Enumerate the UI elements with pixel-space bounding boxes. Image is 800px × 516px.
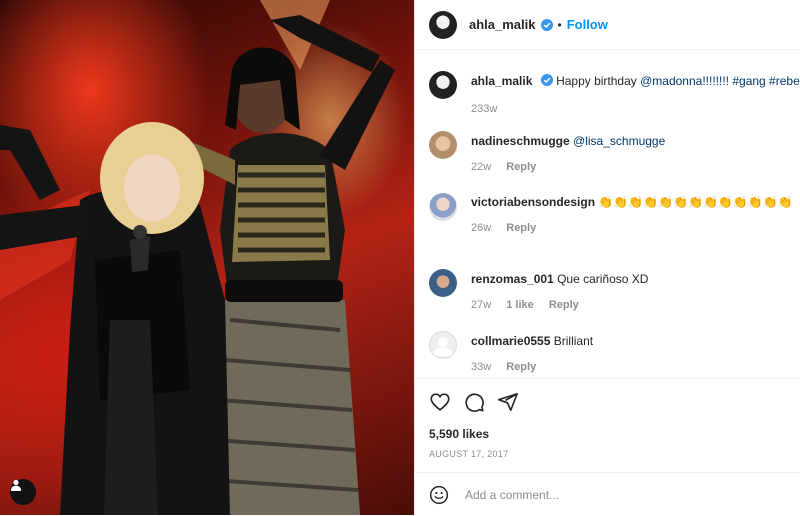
- post-header: ahla_malik • Follow: [415, 0, 800, 50]
- verified-badge-icon: [540, 18, 553, 31]
- comment-age: 27w: [471, 299, 492, 311]
- comment-age: 26w: [471, 222, 492, 234]
- caption-username[interactable]: ahla_malik: [471, 74, 532, 88]
- concert-photo-illustration: [0, 0, 395, 515]
- instagram-post-window: ahla_malik • Follow ahla_malik Happy bir…: [0, 0, 800, 515]
- reply-button[interactable]: Reply: [506, 222, 536, 234]
- header-separator: •: [557, 17, 562, 32]
- commenter-avatar[interactable]: [429, 331, 457, 359]
- post-sidebar: ahla_malik • Follow ahla_malik Happy bir…: [414, 0, 800, 515]
- comment-text: Que cariñoso XD: [557, 272, 649, 286]
- comment-input[interactable]: [463, 486, 767, 503]
- verified-badge-icon: [540, 74, 553, 86]
- add-comment-bar: [415, 472, 800, 516]
- commenter-avatar[interactable]: [429, 269, 457, 297]
- likes-count[interactable]: 5,590 likes: [429, 427, 489, 441]
- reply-button[interactable]: Reply: [506, 361, 536, 373]
- post-photo[interactable]: [0, 0, 414, 515]
- caption-hashtags[interactable]: !!!!!!!! #gang #rebelhe: [702, 74, 800, 88]
- comment-age: 22w: [471, 161, 492, 173]
- reply-button[interactable]: Reply: [506, 161, 536, 173]
- caption-text: Happy birthday: [556, 74, 641, 88]
- share-icon[interactable]: [497, 391, 519, 413]
- tagged-users-button[interactable]: [10, 479, 36, 505]
- emoji-icon[interactable]: [429, 485, 449, 505]
- comment-age: 33w: [471, 361, 492, 373]
- post-date: AUGUST 17, 2017: [429, 449, 509, 459]
- comment-username[interactable]: collmarie0555: [471, 334, 550, 348]
- commenter-avatar[interactable]: [429, 131, 457, 159]
- caption-mention[interactable]: @madonna: [640, 74, 702, 88]
- comment-username[interactable]: nadineschmugge: [471, 134, 570, 148]
- default-avatar-icon: [433, 337, 453, 356]
- comment-text: 👏👏👏👏👏👏👏👏👏👏👏👏👏👏: [598, 195, 791, 209]
- post-actions: 5,590 likes AUGUST 17, 2017: [415, 378, 800, 473]
- author-username[interactable]: ahla_malik: [469, 17, 536, 32]
- comment-icon[interactable]: [463, 391, 485, 413]
- caption-avatar[interactable]: [429, 71, 457, 99]
- comment-text[interactable]: @lisa_schmugge: [573, 134, 665, 148]
- comment-text: Brilliant: [553, 334, 594, 348]
- caption-age: 233w: [471, 103, 498, 115]
- heart-icon[interactable]: [429, 391, 451, 413]
- reply-button[interactable]: Reply: [549, 299, 579, 311]
- author-avatar[interactable]: [429, 10, 457, 39]
- comments-list[interactable]: ahla_malik Happy birthday @madonna!!!!!!…: [415, 51, 800, 377]
- comment-username[interactable]: victoriabensondesign: [471, 195, 595, 209]
- comment-username[interactable]: renzomas_001: [471, 272, 554, 286]
- follow-button[interactable]: Follow: [567, 17, 608, 32]
- person-icon: [11, 479, 21, 491]
- comment-likes-count[interactable]: 1 like: [506, 299, 534, 311]
- commenter-avatar[interactable]: [429, 193, 457, 221]
